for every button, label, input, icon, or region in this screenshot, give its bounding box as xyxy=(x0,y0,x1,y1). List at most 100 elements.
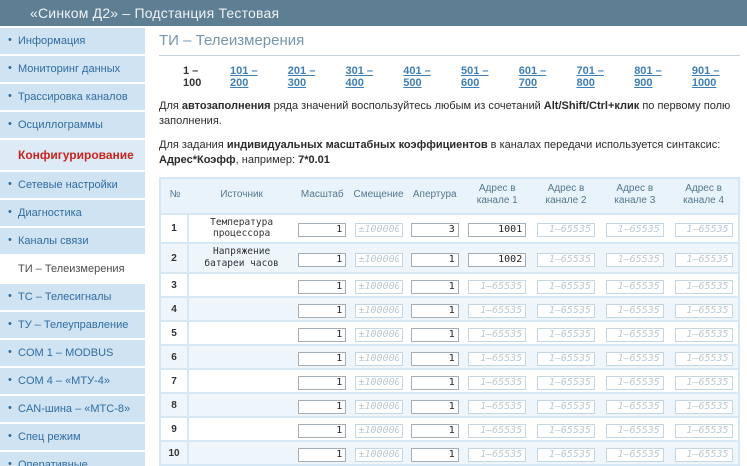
pagination-link[interactable]: 601 – 700 xyxy=(519,65,562,89)
aperture-input[interactable] xyxy=(411,304,459,318)
sidebar-item[interactable]: •COM 1 – MODBUS xyxy=(0,340,145,366)
address-channel4-input[interactable] xyxy=(675,448,733,462)
address-channel1-input[interactable] xyxy=(468,352,526,366)
pagination-link[interactable]: 501 – 600 xyxy=(461,65,504,89)
address-channel3-input[interactable] xyxy=(606,448,664,462)
sidebar-item[interactable]: •Оперативные блокировки xyxy=(0,452,145,466)
scale-input[interactable] xyxy=(298,304,346,318)
address-channel3-input[interactable] xyxy=(606,352,664,366)
address-channel1-input[interactable] xyxy=(468,400,526,414)
offset-input[interactable] xyxy=(355,253,403,267)
pagination-link[interactable]: 901 – 1000 xyxy=(692,65,740,89)
address-channel1-input[interactable] xyxy=(468,253,526,267)
address-channel3-input[interactable] xyxy=(606,280,664,294)
scale-input[interactable] xyxy=(298,448,346,462)
address-channel3-input[interactable] xyxy=(606,400,664,414)
scale-input[interactable] xyxy=(298,400,346,414)
address-channel2-input[interactable] xyxy=(537,280,595,294)
address-channel4-input[interactable] xyxy=(675,424,733,438)
sidebar-item[interactable]: ТИ – Телеизмерения xyxy=(0,256,145,282)
scale-input[interactable] xyxy=(298,328,346,342)
address-channel3-input[interactable] xyxy=(606,304,664,318)
address-channel4-input[interactable] xyxy=(675,304,733,318)
aperture-input[interactable] xyxy=(411,253,459,267)
address-channel3-input[interactable] xyxy=(606,376,664,390)
offset-input[interactable] xyxy=(355,400,403,414)
address-channel2-input[interactable] xyxy=(537,223,595,237)
address-channel4-input[interactable] xyxy=(675,376,733,390)
offset-input[interactable] xyxy=(355,328,403,342)
address-channel2-input[interactable] xyxy=(537,304,595,318)
sidebar-item[interactable]: •Мониторинг данных xyxy=(0,56,145,82)
sidebar-item[interactable]: •Информация xyxy=(0,28,145,54)
address-channel1-input[interactable] xyxy=(468,304,526,318)
offset-input[interactable] xyxy=(355,223,403,237)
pagination-link[interactable]: 801 – 900 xyxy=(634,65,677,89)
aperture-input[interactable] xyxy=(411,376,459,390)
pagination-link[interactable]: 301 – 400 xyxy=(346,65,389,89)
sidebar-item[interactable]: •Спец режим xyxy=(0,424,145,450)
address-channel1-input[interactable] xyxy=(468,223,526,237)
table-row: 10 xyxy=(161,440,738,464)
address-channel3-input[interactable] xyxy=(606,253,664,267)
address-channel2-input[interactable] xyxy=(537,448,595,462)
address-channel1-input[interactable] xyxy=(468,424,526,438)
scale-input[interactable] xyxy=(298,352,346,366)
aperture-input[interactable] xyxy=(411,223,459,237)
sidebar-item[interactable]: •Осциллограммы xyxy=(0,112,145,138)
address-channel2-input[interactable] xyxy=(537,376,595,390)
offset-input[interactable] xyxy=(355,304,403,318)
address-channel3-input[interactable] xyxy=(606,328,664,342)
scale-input[interactable] xyxy=(298,376,346,390)
address-channel4-input[interactable] xyxy=(675,253,733,267)
aperture-input[interactable] xyxy=(411,448,459,462)
row-number: 8 xyxy=(161,392,189,416)
address-channel2-input[interactable] xyxy=(537,352,595,366)
address-channel2-input[interactable] xyxy=(537,424,595,438)
address-channel1-input[interactable] xyxy=(468,328,526,342)
aperture-input[interactable] xyxy=(411,280,459,294)
address-channel1-input[interactable] xyxy=(468,280,526,294)
address-channel4-input[interactable] xyxy=(675,280,733,294)
sidebar-item[interactable]: •CAN-шина – «МТС-8» xyxy=(0,396,145,422)
scale-input[interactable] xyxy=(298,280,346,294)
scale-input[interactable] xyxy=(298,223,346,237)
sidebar-item[interactable]: •ТУ – Телеуправление xyxy=(0,312,145,338)
offset-input[interactable] xyxy=(355,448,403,462)
aperture-input[interactable] xyxy=(411,400,459,414)
address-channel4-input[interactable] xyxy=(675,400,733,414)
sidebar-item-label: ТУ – Телеуправление xyxy=(18,319,128,331)
address-channel2-input[interactable] xyxy=(537,253,595,267)
offset-input[interactable] xyxy=(355,280,403,294)
pagination-link[interactable]: 101 – 200 xyxy=(230,65,273,89)
address-channel4-input[interactable] xyxy=(675,352,733,366)
address-channel1-input[interactable] xyxy=(468,376,526,390)
address-channel4-input[interactable] xyxy=(675,328,733,342)
source-cell xyxy=(189,272,294,296)
pagination-current: 1 – 100 xyxy=(183,65,215,89)
aperture-input[interactable] xyxy=(411,424,459,438)
sidebar-item[interactable]: •ТС – Телесигналы xyxy=(0,284,145,310)
aperture-input[interactable] xyxy=(411,352,459,366)
pagination-link[interactable]: 701 – 800 xyxy=(576,65,619,89)
pagination-link[interactable]: 401 – 500 xyxy=(403,65,446,89)
sidebar-item[interactable]: •Диагностика xyxy=(0,200,145,226)
address-channel1-input[interactable] xyxy=(468,448,526,462)
column-header: Адрес в канале 2 xyxy=(532,179,601,213)
pagination-link[interactable]: 201 – 300 xyxy=(288,65,331,89)
sidebar-item[interactable]: •COM 4 – «МТУ-4» xyxy=(0,368,145,394)
scale-input[interactable] xyxy=(298,424,346,438)
offset-input[interactable] xyxy=(355,376,403,390)
aperture-input[interactable] xyxy=(411,328,459,342)
sidebar-item[interactable]: •Трассировка каналов xyxy=(0,84,145,110)
sidebar-item[interactable]: •Каналы связи xyxy=(0,228,145,254)
offset-input[interactable] xyxy=(355,424,403,438)
address-channel2-input[interactable] xyxy=(537,400,595,414)
sidebar-item[interactable]: •Сетевые настройки xyxy=(0,172,145,198)
address-channel3-input[interactable] xyxy=(606,223,664,237)
address-channel4-input[interactable] xyxy=(675,223,733,237)
address-channel2-input[interactable] xyxy=(537,328,595,342)
offset-input[interactable] xyxy=(355,352,403,366)
scale-input[interactable] xyxy=(298,253,346,267)
address-channel3-input[interactable] xyxy=(606,424,664,438)
